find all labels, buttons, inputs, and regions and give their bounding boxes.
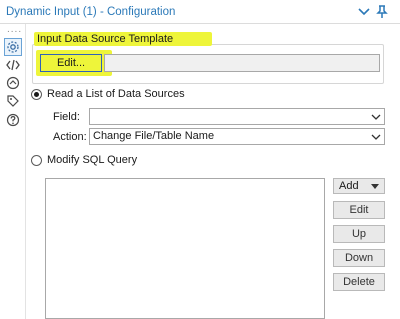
code-icon[interactable] bbox=[4, 56, 22, 74]
help-icon[interactable] bbox=[4, 111, 22, 129]
caret-down-icon bbox=[371, 184, 379, 189]
action-select-value: Change File/Table Name bbox=[93, 130, 215, 142]
up-button[interactable]: Up bbox=[333, 225, 385, 243]
template-group-title: Input Data Source Template bbox=[37, 33, 174, 45]
side-rail: .... bbox=[0, 24, 26, 319]
window-title: Dynamic Input (1) - Configuration bbox=[6, 6, 176, 18]
add-button[interactable]: Add bbox=[333, 178, 385, 194]
delete-button[interactable]: Delete bbox=[333, 273, 385, 291]
modify-sql-label: Modify SQL Query bbox=[47, 154, 138, 166]
down-button[interactable]: Down bbox=[333, 249, 385, 267]
edit-sql-button[interactable]: Edit bbox=[333, 201, 385, 219]
action-select[interactable]: Change File/Table Name bbox=[89, 128, 385, 145]
template-path-field[interactable] bbox=[104, 54, 380, 72]
title-bar: Dynamic Input (1) - Configuration bbox=[0, 0, 400, 24]
add-button-label: Add bbox=[339, 180, 359, 192]
read-list-label: Read a List of Data Sources bbox=[47, 88, 185, 100]
field-select[interactable] bbox=[89, 108, 385, 125]
chevron-down-icon bbox=[371, 114, 381, 120]
chevron-down-icon[interactable] bbox=[356, 4, 372, 20]
pin-icon[interactable] bbox=[374, 4, 390, 20]
rail-dots: .... bbox=[7, 24, 23, 35]
field-label: Field: bbox=[53, 111, 80, 123]
sql-query-list[interactable] bbox=[45, 178, 325, 319]
read-list-radio[interactable] bbox=[31, 89, 42, 100]
gear-icon[interactable] bbox=[4, 38, 22, 56]
edit-template-button[interactable]: Edit... bbox=[40, 54, 102, 72]
tag-icon[interactable] bbox=[4, 92, 22, 110]
configuration-content: Input Data Source Template Edit... Read … bbox=[28, 24, 400, 319]
action-label: Action: bbox=[53, 131, 87, 143]
modify-sql-radio[interactable] bbox=[31, 155, 42, 166]
chevron-down-icon bbox=[371, 134, 381, 140]
connection-icon[interactable] bbox=[4, 74, 22, 92]
